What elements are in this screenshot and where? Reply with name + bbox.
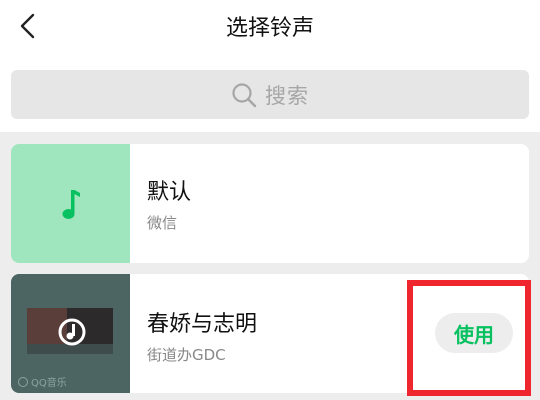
ringtone-source: 微信: [147, 214, 178, 232]
ringtone-item-default[interactable]: 默认 微信: [11, 144, 529, 263]
qq-music-logo-icon: [18, 376, 28, 387]
use-button[interactable]: 使用: [435, 313, 513, 353]
search-input[interactable]: 搜索: [11, 70, 529, 119]
search-section: 搜索: [0, 52, 540, 132]
ringtone-thumbnail: [11, 144, 130, 263]
page-title: 选择铃声: [225, 16, 314, 41]
search-placeholder: 搜索: [265, 83, 309, 108]
music-note-icon: [62, 189, 80, 219]
ringtone-name: 默认: [147, 180, 192, 205]
ringtone-name: 春娇与志明: [147, 312, 258, 337]
ringtone-thumbnail: QQ音乐: [11, 274, 130, 393]
back-button[interactable]: [12, 10, 44, 42]
watermark-text: QQ音乐: [31, 378, 67, 389]
play-badge-icon: [57, 317, 87, 347]
qq-music-watermark: QQ音乐: [18, 374, 67, 389]
search-icon: [231, 82, 257, 108]
ringtone-item-song[interactable]: QQ音乐 春娇与志明 街道办GDC 使用: [11, 274, 529, 393]
chevron-left-icon: [20, 13, 35, 39]
ringtone-source: 街道办GDC: [147, 346, 226, 364]
